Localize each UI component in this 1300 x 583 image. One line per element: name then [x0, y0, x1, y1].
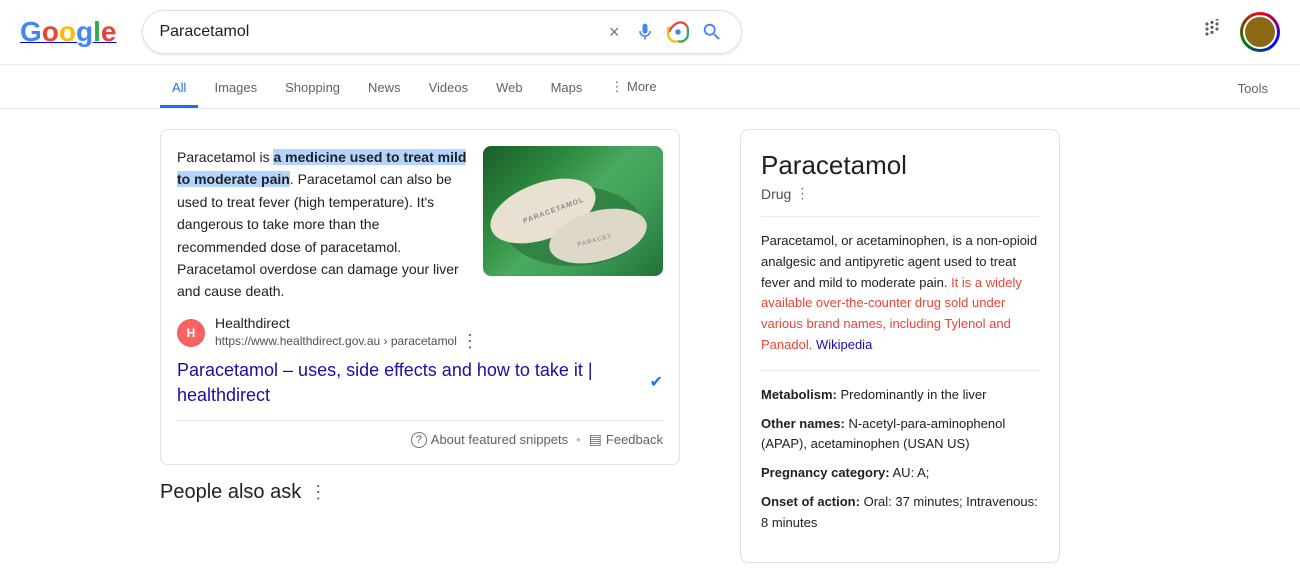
tab-news[interactable]: News [356, 70, 413, 108]
kp-field-onset: Onset of action: Oral: 37 minutes; Intra… [761, 492, 1039, 534]
knowledge-panel: Paracetamol Drug ⋮ Paracetamol, or aceta… [740, 129, 1060, 563]
kp-title: Paracetamol [761, 150, 1039, 181]
snippet-text: Paracetamol is a medicine used to treat … [177, 146, 467, 303]
snippet-text-before: Paracetamol is [177, 149, 273, 165]
logo-e: e [101, 16, 117, 47]
kp-subtitle: Drug ⋮ [761, 185, 1039, 202]
tab-shopping[interactable]: Shopping [273, 70, 352, 108]
avatar-image [1243, 15, 1277, 49]
feedback-label: Feedback [606, 432, 663, 447]
about-snippets-button[interactable]: ? About featured snippets [411, 432, 568, 448]
tab-web[interactable]: Web [484, 70, 535, 108]
account-avatar[interactable] [1240, 12, 1280, 52]
kp-field-label-pregnancy: Pregnancy category: [761, 465, 890, 480]
snippet-image: PARACETAMOL PARACET [483, 146, 663, 276]
paa-header: People also ask ⋮ [160, 481, 680, 504]
kp-field-label-metabolism: Metabolism: [761, 387, 837, 402]
apps-button[interactable] [1196, 13, 1228, 51]
verified-badge-icon: ✔ [650, 372, 663, 394]
tab-maps[interactable]: Maps [539, 70, 595, 108]
kp-description: Paracetamol, or acetaminophen, is a non-… [761, 231, 1039, 356]
kp-field-other-names: Other names: N-acetyl-para-aminophenol (… [761, 414, 1039, 456]
search-button[interactable] [699, 19, 725, 45]
tab-all[interactable]: All [160, 70, 198, 108]
question-icon: ? [411, 432, 427, 448]
feedback-icon: ▤ [589, 431, 602, 448]
tools-button[interactable]: Tools [1226, 71, 1280, 106]
source-url: https://www.healthdirect.gov.au › parace… [215, 331, 479, 352]
people-also-ask: People also ask ⋮ [160, 481, 680, 504]
lens-button[interactable] [665, 19, 691, 45]
source-details: Healthdirect https://www.healthdirect.go… [215, 315, 479, 352]
main-content: Paracetamol is a medicine used to treat … [0, 109, 1300, 583]
snippet-content: Paracetamol is a medicine used to treat … [177, 146, 663, 303]
knowledge-panel-box: Paracetamol Drug ⋮ Paracetamol, or aceta… [740, 129, 1060, 563]
source-name: Healthdirect [215, 315, 479, 331]
kp-field-label-onset: Onset of action: [761, 494, 860, 509]
result-title-link[interactable]: Paracetamol – uses, side effects and how… [177, 358, 663, 408]
voice-search-button[interactable] [633, 20, 657, 44]
search-results: Paracetamol is a medicine used to treat … [160, 129, 680, 563]
kp-field-value-pregnancy: AU: A; [893, 465, 930, 480]
snippet-footer: ? About featured snippets • ▤ Feedback [177, 420, 663, 448]
kp-field-label-other-names: Other names: [761, 416, 845, 431]
logo-g: G [20, 16, 42, 47]
kp-wikipedia-link[interactable]: Wikipedia [812, 337, 872, 352]
tab-videos[interactable]: Videos [417, 70, 481, 108]
logo-o2: o [59, 16, 76, 47]
source-info: H Healthdirect https://www.healthdirect.… [177, 315, 663, 352]
pill-image-svg: PARACETAMOL PARACET [483, 146, 663, 276]
about-snippets-label: About featured snippets [431, 432, 568, 447]
logo-l: l [93, 16, 101, 47]
snippet-text-after: . Paracetamol can also be used to treat … [177, 171, 459, 299]
logo-o1: o [42, 16, 59, 47]
kp-divider [761, 216, 1039, 217]
header-right [1196, 12, 1280, 52]
search-bar: Paracetamol × [142, 10, 742, 54]
featured-snippet: Paracetamol is a medicine used to treat … [160, 129, 680, 465]
kp-divider-2 [761, 370, 1039, 371]
kp-field-value-metabolism: Predominantly in the liver [840, 387, 986, 402]
feedback-button[interactable]: ▤ Feedback [589, 431, 663, 448]
kp-more-options[interactable]: ⋮ [795, 185, 809, 202]
clear-button[interactable]: × [603, 20, 626, 45]
paa-title: People also ask [160, 481, 301, 504]
nav-tabs: All Images Shopping News Videos Web Maps… [0, 65, 1300, 109]
tab-more[interactable]: ⋮ More [598, 69, 668, 108]
logo-g2: g [76, 16, 93, 47]
header: Google Paracetamol × [0, 0, 1300, 65]
result-title-text: Paracetamol – uses, side effects and how… [177, 358, 644, 408]
paa-more-options[interactable]: ⋮ [309, 482, 327, 503]
separator: • [576, 432, 581, 447]
source-favicon: H [177, 319, 205, 347]
kp-field-metabolism: Metabolism: Predominantly in the liver [761, 385, 1039, 406]
google-logo[interactable]: Google [20, 16, 126, 48]
search-input[interactable]: Paracetamol [159, 23, 594, 41]
tab-images[interactable]: Images [202, 70, 269, 108]
kp-subtitle-text: Drug [761, 186, 791, 202]
source-more-options[interactable]: ⋮ [461, 331, 479, 352]
kp-field-pregnancy: Pregnancy category: AU: A; [761, 463, 1039, 484]
